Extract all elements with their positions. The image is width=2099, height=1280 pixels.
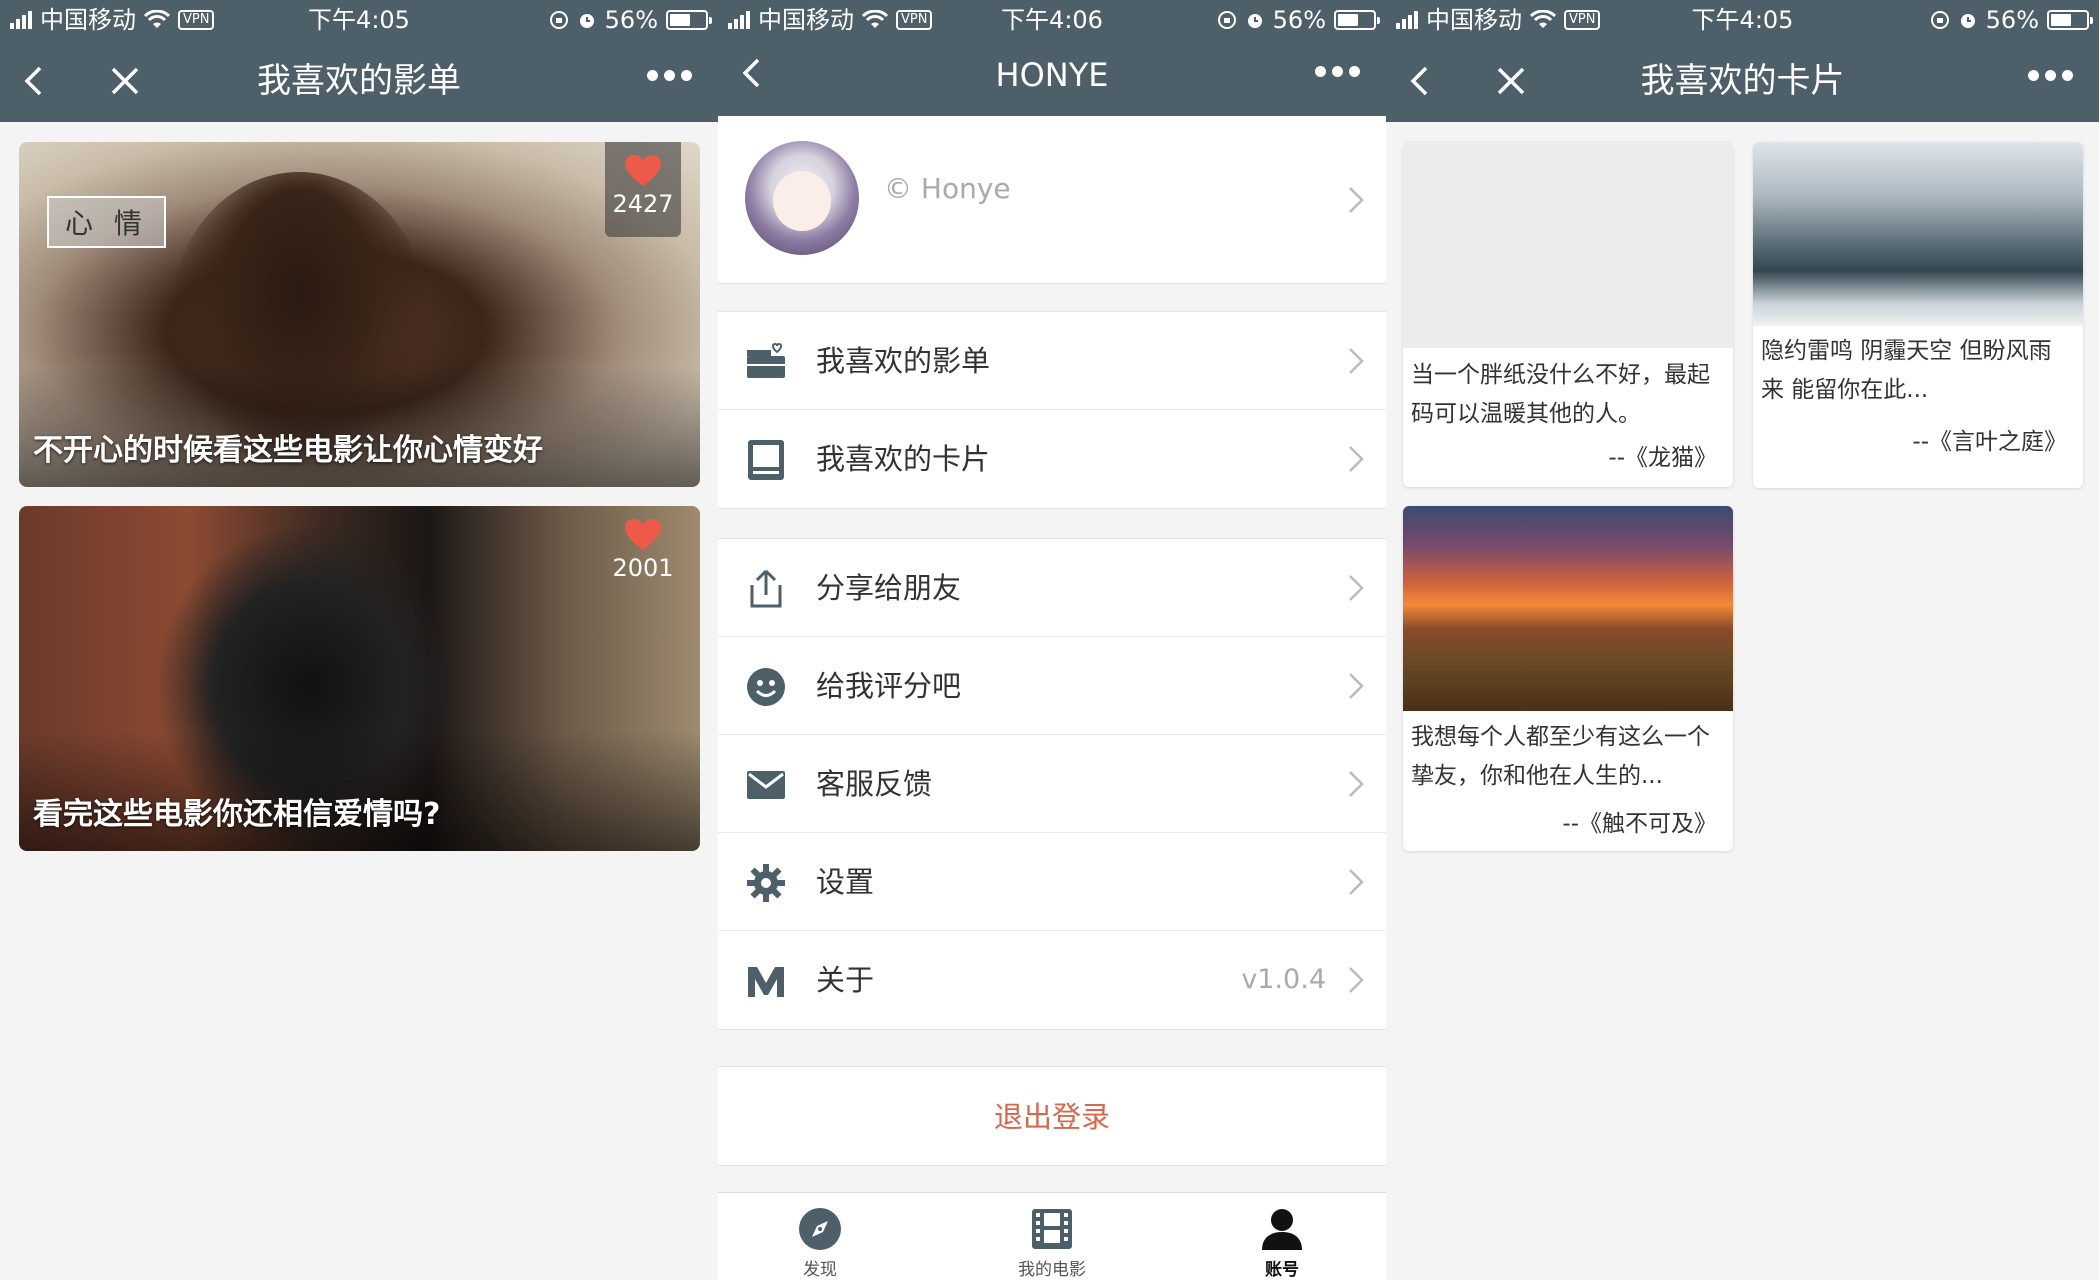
tab-label: 账号 — [1265, 1260, 1299, 1280]
top-bar: 中国移动 VPN 下午4:06 56% HONYE — [718, 0, 1386, 122]
top-bar: 中国移动 VPN 下午4:05 56% 我喜欢的影单 — [0, 0, 718, 122]
menu-item-label: 分享给朋友 — [816, 571, 962, 605]
mood-tag: 心 情 — [47, 196, 166, 248]
tab-discover[interactable]: 发现 — [760, 1207, 880, 1280]
smile-icon — [747, 668, 785, 706]
status-bar: 中国移动 VPN 下午4:05 56% — [1386, 0, 2099, 40]
logout-button[interactable]: 退出登录 — [718, 1066, 1386, 1166]
heart-icon — [625, 155, 661, 186]
alarm-icon — [1247, 14, 1262, 28]
alarm-icon — [579, 14, 594, 28]
menu-group-favorites: 我喜欢的影单 我喜欢的卡片 — [718, 311, 1386, 509]
profile-name: © Honye — [884, 172, 1011, 205]
more-icon[interactable] — [647, 70, 692, 81]
avatar — [745, 141, 859, 255]
chevron-right-icon — [1349, 187, 1364, 213]
share-icon — [750, 569, 782, 608]
movie-list-title: 不开心的时候看这些电影让你心情变好 — [33, 433, 543, 468]
user-icon — [1262, 1209, 1302, 1250]
menu-item-feedback[interactable]: 客服反馈 — [718, 735, 1386, 833]
movie-list-card[interactable]: 2001 看完这些电影你还相信爱情吗? — [19, 506, 700, 851]
chevron-right-icon — [1349, 348, 1364, 374]
menu-item-rate[interactable]: 给我评分吧 — [718, 637, 1386, 735]
card-image — [1753, 142, 2083, 326]
movie-list-title: 看完这些电影你还相信爱情吗? — [33, 797, 441, 832]
menu-item-liked-cards[interactable]: 我喜欢的卡片 — [718, 410, 1386, 508]
page-title: 我喜欢的影单 — [257, 61, 461, 101]
film-list-icon — [747, 342, 785, 378]
tab-label: 我的电影 — [1018, 1260, 1086, 1280]
battery-percent: 56% — [604, 6, 658, 34]
app-version: v1.0.4 — [1241, 964, 1326, 995]
orientation-lock-icon — [1217, 11, 1236, 29]
m-logo-icon — [748, 967, 784, 997]
like-badge[interactable]: 2427 — [605, 142, 681, 237]
alarm-icon — [1960, 14, 1975, 28]
like-badge[interactable]: 2001 — [605, 506, 681, 601]
screen-liked-movie-lists: 中国移动 VPN 下午4:05 56% 我喜欢的影单 心 情 2427 不开心的… — [0, 0, 718, 1280]
battery-icon — [666, 10, 712, 30]
more-icon[interactable] — [2028, 70, 2073, 81]
menu-item-label: 我喜欢的卡片 — [816, 442, 991, 476]
tab-label: 发现 — [803, 1260, 837, 1280]
quote-source: --《言叶之庭》 — [1912, 429, 2067, 455]
chevron-right-icon — [1349, 967, 1364, 993]
status-bar: 中国移动 VPN 下午4:06 56% — [718, 0, 1386, 40]
quote-text: 隐约雷鸣 阴霾天空 但盼风雨来 能留你在此... — [1761, 338, 2052, 403]
chevron-right-icon — [1349, 446, 1364, 472]
quote-text: 我想每个人都至少有这么一个挚友，你和他在人生的... — [1411, 724, 1710, 789]
chevron-right-icon — [1349, 575, 1364, 601]
menu-group-general: 分享给朋友 给我评分吧 客服反馈 设置 关于 v1.0.4 — [718, 538, 1386, 1030]
quote-card[interactable]: 我想每个人都至少有这么一个挚友，你和他在人生的... --《触不可及》 — [1403, 506, 1733, 851]
quote-source: --《触不可及》 — [1562, 811, 1717, 837]
chevron-right-icon — [1349, 673, 1364, 699]
mail-icon — [747, 771, 785, 799]
menu-item-label: 给我评分吧 — [816, 669, 962, 703]
menu-item-liked-lists[interactable]: 我喜欢的影单 — [718, 312, 1386, 410]
heart-icon — [625, 519, 661, 550]
more-icon[interactable] — [1315, 66, 1360, 77]
film-icon — [1032, 1209, 1072, 1249]
like-count: 2001 — [612, 554, 674, 582]
status-bar: 中国移动 VPN 下午4:05 56% — [0, 0, 718, 40]
nav-bar: 我喜欢的卡片 — [1386, 40, 2099, 122]
battery-icon — [2047, 10, 2093, 30]
profile-row[interactable]: © Honye — [718, 116, 1386, 284]
tab-bar: 发现 我的电影 账号 — [718, 1192, 1386, 1280]
like-count: 2427 — [612, 190, 674, 218]
card-image-placeholder — [1403, 142, 1733, 348]
menu-item-label: 关于 — [816, 963, 875, 997]
movie-list-card[interactable]: 心 情 2427 不开心的时候看这些电影让你心情变好 — [19, 142, 700, 487]
page-title: 我喜欢的卡片 — [1640, 61, 1845, 101]
quote-text: 当一个胖纸没什么不好，最起码可以温暖其他的人。 — [1411, 362, 1710, 427]
quote-card[interactable]: 当一个胖纸没什么不好，最起码可以温暖其他的人。 --《龙猫》 — [1403, 142, 1733, 487]
chevron-right-icon — [1349, 771, 1364, 797]
compass-icon — [799, 1208, 841, 1250]
battery-icon — [1334, 10, 1380, 30]
quote-source: --《龙猫》 — [1608, 445, 1717, 471]
top-bar: 中国移动 VPN 下午4:05 56% 我喜欢的卡片 — [1386, 0, 2099, 122]
card-icon — [748, 440, 784, 480]
screen-account: 中国移动 VPN 下午4:06 56% HONYE © Honye 我喜欢的影单… — [718, 0, 1386, 1280]
page-title: HONYE — [995, 56, 1109, 94]
battery-percent: 56% — [1272, 6, 1326, 34]
tab-account[interactable]: 账号 — [1222, 1207, 1342, 1280]
tab-my-movies[interactable]: 我的电影 — [992, 1207, 1112, 1280]
card-image — [1403, 506, 1733, 711]
menu-item-share[interactable]: 分享给朋友 — [718, 539, 1386, 637]
nav-bar: HONYE — [718, 40, 1386, 122]
battery-percent: 56% — [1985, 6, 2039, 34]
orientation-lock-icon — [549, 11, 568, 29]
menu-item-settings[interactable]: 设置 — [718, 833, 1386, 931]
nav-bar: 我喜欢的影单 — [0, 40, 718, 122]
menu-item-label: 我喜欢的影单 — [816, 344, 991, 378]
quote-card[interactable]: 隐约雷鸣 阴霾天空 但盼风雨来 能留你在此... --《言叶之庭》 — [1753, 142, 2083, 488]
menu-item-about[interactable]: 关于 v1.0.4 — [718, 931, 1386, 1029]
menu-item-label: 客服反馈 — [816, 767, 933, 801]
menu-item-label: 设置 — [816, 865, 875, 899]
chevron-right-icon — [1349, 869, 1364, 895]
orientation-lock-icon — [1930, 11, 1949, 29]
screen-liked-cards: 中国移动 VPN 下午4:05 56% 我喜欢的卡片 当一个胖纸没什么不好，最起… — [1386, 0, 2099, 1280]
gear-icon — [747, 864, 785, 902]
